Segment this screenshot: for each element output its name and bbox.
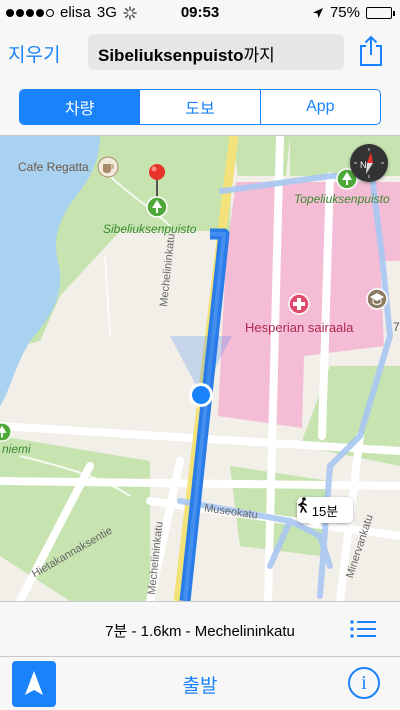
info-button[interactable]: i — [348, 667, 380, 699]
park-right-label: Topeliuksenpuisto — [294, 192, 390, 206]
route-info-bar: 7분 - 1.6km - Mechelininkatu — [0, 601, 400, 656]
share-button[interactable] — [356, 34, 386, 68]
battery-icon — [366, 6, 395, 19]
navigation-bar: 지우기 Sibeliuksenpuisto까지 — [0, 26, 400, 78]
battery-percent: 75% — [329, 4, 360, 21]
tree-icon[interactable] — [146, 196, 168, 218]
destination-name: Sibeliuksenpuisto — [98, 46, 244, 65]
cafe-icon[interactable] — [97, 156, 119, 178]
transport-mode-selector: 차량 도보 App — [19, 89, 381, 125]
right-edge-label: 7 — [393, 320, 400, 334]
hospital-label: Hesperian sairaala — [245, 320, 354, 335]
start-button-container: 출발 — [0, 671, 400, 698]
location-arrow-icon — [312, 7, 323, 18]
park-label: Sibeliuksenpuisto — [103, 222, 197, 236]
map-view[interactable]: Cafe Regatta Sibeliuksenpuisto Topeliuks… — [0, 136, 400, 601]
directions-list-button[interactable] — [348, 616, 378, 642]
university-icon[interactable] — [366, 288, 388, 310]
water-area — [0, 136, 100, 406]
park-left-label: niemi — [2, 442, 31, 456]
walk-time: 15분 — [311, 503, 339, 519]
share-icon — [360, 35, 382, 66]
destination-field[interactable]: Sibeliuksenpuisto까지 — [88, 34, 344, 70]
hospital-icon[interactable] — [288, 293, 310, 315]
compass-button[interactable]: N — [350, 144, 388, 182]
svg-text:N: N — [360, 160, 367, 170]
walk-icon — [298, 497, 307, 513]
walk-time-callout[interactable]: 15분 — [297, 497, 353, 529]
segment-drive[interactable]: 차량 — [20, 90, 141, 124]
segment-apps[interactable]: App — [261, 90, 380, 124]
tree-icon[interactable] — [0, 422, 12, 442]
status-bar: elisa 3G 09:53 75% — [0, 0, 400, 26]
clear-button[interactable]: 지우기 — [8, 40, 60, 67]
park-area-lower — [0, 436, 150, 601]
cafe-label: Cafe Regatta — [18, 160, 89, 174]
segment-walk[interactable]: 도보 — [140, 90, 261, 124]
compass-icon: N — [354, 148, 384, 178]
destination-suffix: 까지 — [243, 46, 275, 65]
route-summary: 7분 - 1.6km - Mechelininkatu — [105, 623, 295, 640]
list-icon — [350, 620, 376, 638]
bottom-toolbar: 출발 i — [0, 656, 400, 710]
start-button[interactable]: 출발 — [183, 676, 218, 697]
